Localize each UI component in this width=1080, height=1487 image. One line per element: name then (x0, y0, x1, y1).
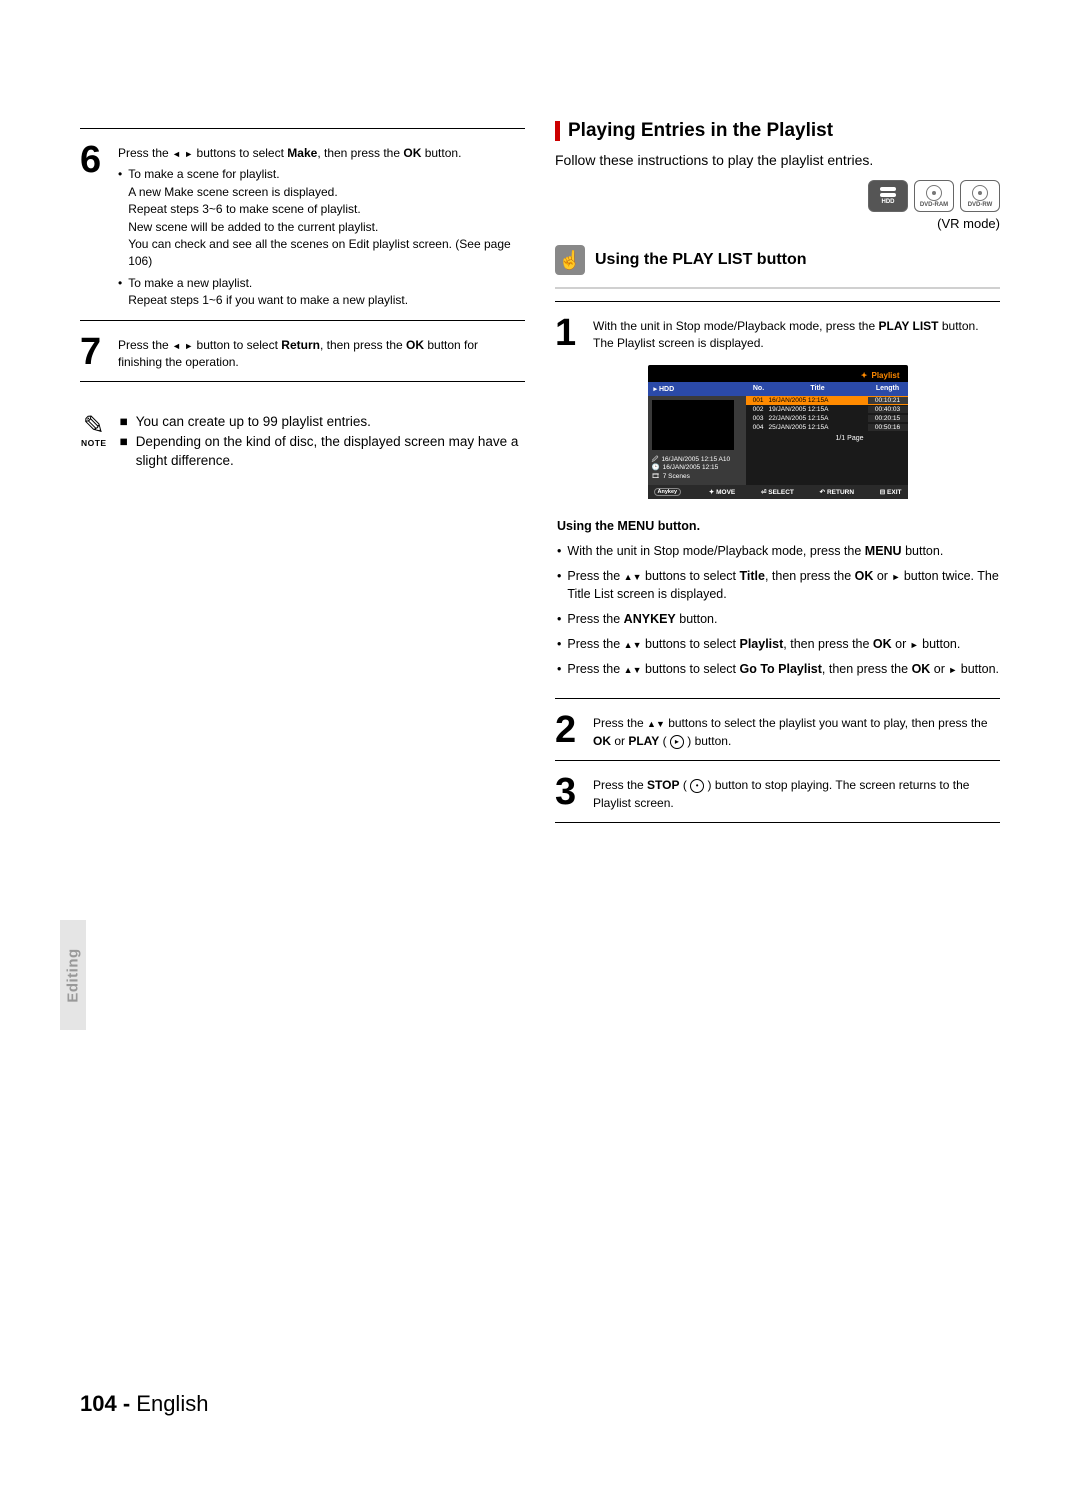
divider (555, 287, 1000, 289)
right-column: Playing Entries in the Playlist Follow t… (555, 120, 1000, 835)
osd-row: 001 16/JAN/2005 12:15A 00:10:21 (746, 396, 908, 405)
accent-bar-icon (555, 121, 560, 141)
step-number: 3 (555, 773, 583, 812)
section-title: Playing Entries in the Playlist (568, 120, 833, 142)
divider (80, 128, 525, 129)
osd-page-indicator: 1/1 Page (746, 432, 908, 445)
step-number: 2 (555, 711, 583, 750)
step-3: 3 Press the STOP ( • ) button to stop pl… (555, 773, 1000, 812)
up-arrow-icon (624, 662, 633, 676)
side-label-text: Editing (65, 948, 82, 1002)
osd-list: 001 16/JAN/2005 12:15A 00:10:21 002 19/J… (746, 396, 908, 485)
thumbnail (652, 400, 734, 450)
step-number: 6 (80, 141, 108, 310)
vr-mode-label: (VR mode) (555, 216, 1000, 231)
step-1: 1 With the unit in Stop mode/Playback mo… (555, 314, 1000, 353)
osd-footer: Anykey ✦ MOVE ⏎ SELECT ↶ RETURN ⊟ EXIT (648, 485, 908, 499)
right-arrow-icon (184, 146, 193, 160)
intro-text: Follow these instructions to play the pl… (555, 152, 1000, 168)
page-footer: 104 - English (80, 1391, 208, 1417)
right-arrow-icon (948, 662, 957, 676)
divider (555, 760, 1000, 761)
osd-header: ▸ HDD No. Title Length (648, 382, 908, 396)
hdd-icon: HDD (868, 180, 908, 212)
right-arrow-icon (910, 637, 919, 651)
note-icon: ✎ NOTE (80, 412, 108, 471)
step-2: 2 Press the buttons to select the playli… (555, 711, 1000, 750)
left-arrow-icon (172, 146, 181, 160)
step-number: 7 (80, 333, 108, 372)
dvd-rw-icon: DVD-RW (960, 180, 1000, 212)
osd-preview-pane: 🖉16/JAN/2005 12:15 A10 🕑16/JAN/2005 12:1… (648, 396, 746, 485)
bullet: To make a new playlist. Repeat steps 1~6… (118, 275, 525, 310)
down-arrow-icon (633, 662, 642, 676)
left-arrow-icon (172, 338, 181, 352)
up-arrow-icon (624, 637, 633, 651)
section-title-row: Playing Entries in the Playlist (555, 120, 1000, 142)
step-body: With the unit in Stop mode/Playback mode… (593, 314, 979, 353)
bullet: To make a scene for playlist. A new Make… (118, 166, 525, 270)
up-arrow-icon (647, 716, 656, 730)
right-arrow-icon (184, 338, 193, 352)
note-text: ■You can create up to 99 playlist entrie… (120, 412, 525, 471)
down-arrow-icon (656, 716, 665, 730)
divider (555, 301, 1000, 302)
down-arrow-icon (633, 637, 642, 651)
down-arrow-icon (633, 569, 642, 583)
media-compat-icons: HDD DVD-RAM DVD-RW (555, 180, 1000, 212)
note-block: ✎ NOTE ■You can create up to 99 playlist… (80, 412, 525, 471)
step-6: 6 Press the buttons to select Make, then… (80, 141, 525, 310)
divider (555, 698, 1000, 699)
dvd-ram-icon: DVD-RAM (914, 180, 954, 212)
subsection-heading: ☝ Using the PLAY LIST button (555, 245, 1000, 275)
stop-circle-icon: • (690, 779, 704, 793)
left-column: 6 Press the buttons to select Make, then… (80, 120, 525, 835)
divider (80, 320, 525, 321)
divider (80, 381, 525, 382)
step-number: 1 (555, 314, 583, 353)
page-language: English (136, 1391, 208, 1416)
up-arrow-icon (624, 569, 633, 583)
subsection-title: Using the PLAY LIST button (595, 251, 807, 269)
divider (555, 822, 1000, 823)
playlist-osd: Playlist ▸ HDD No. Title Length 🖉16/JAN/… (648, 365, 908, 499)
step-body: Press the button to select Return, then … (118, 333, 525, 372)
step-body: Press the buttons to select Make, then p… (118, 141, 525, 310)
osd-row: 003 22/JAN/2005 12:15A 00:20:15 (746, 414, 908, 423)
osd-title: Playlist (648, 369, 908, 382)
step-body: Press the STOP ( • ) button to stop play… (593, 773, 1000, 812)
page-number: 104 - (80, 1391, 130, 1416)
hand-press-icon: ☝ (555, 245, 585, 275)
osd-row: 002 19/JAN/2005 12:15A 00:40:03 (746, 405, 908, 414)
play-circle-icon: ▸ (670, 735, 684, 749)
step-7: 7 Press the button to select Return, the… (80, 333, 525, 372)
osd-row: 004 25/JAN/2005 12:15A 00:50:16 (746, 423, 908, 432)
step-body: Press the buttons to select the playlist… (593, 711, 1000, 750)
menu-head: Using the MENU button. (557, 517, 1000, 536)
manual-page: Editing 6 Press the buttons to select Ma… (0, 0, 1080, 1487)
menu-button-block: Using the MENU button. With the unit in … (557, 517, 1000, 678)
side-section-label: Editing (60, 920, 86, 1030)
